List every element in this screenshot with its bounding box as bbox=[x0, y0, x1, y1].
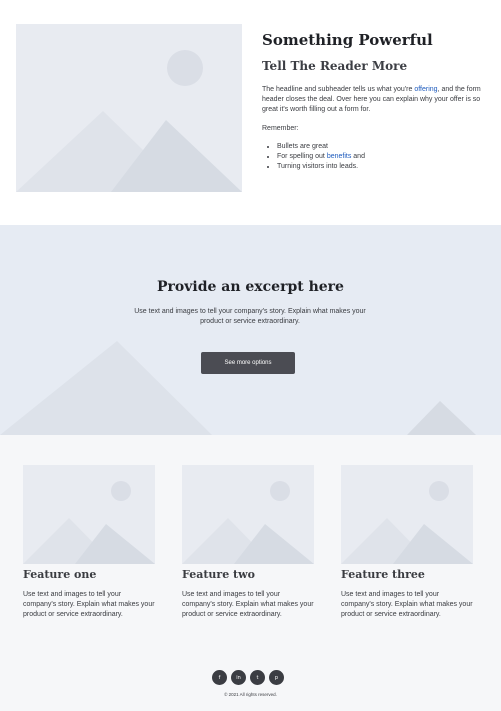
list-item: For spelling out benefits and bbox=[277, 152, 484, 162]
twitter-icon[interactable]: t bbox=[250, 670, 265, 685]
list-item: Bullets are great bbox=[277, 142, 484, 152]
feature-card: Feature three Use text and images to tel… bbox=[341, 465, 473, 620]
hero-section: Something Powerful Tell The Reader More … bbox=[0, 0, 501, 225]
benefits-list: Bullets are great For spelling out benef… bbox=[262, 142, 484, 172]
feature-image-placeholder bbox=[341, 465, 473, 564]
remember-label: Remember: bbox=[262, 125, 299, 132]
pinterest-icon[interactable]: p bbox=[269, 670, 284, 685]
see-more-options-button[interactable]: See more options bbox=[201, 352, 295, 374]
facebook-icon[interactable]: f bbox=[212, 670, 227, 685]
background-mountains bbox=[0, 341, 476, 435]
list-item-text: and bbox=[351, 153, 365, 160]
excerpt-body: Use text and images to tell your company… bbox=[134, 308, 366, 325]
feature-title: Feature two bbox=[182, 568, 255, 581]
feature-image-placeholder bbox=[23, 465, 155, 564]
feature-title: Feature three bbox=[341, 568, 425, 581]
linkedin-icon[interactable]: in bbox=[231, 670, 246, 685]
feature-image-placeholder bbox=[182, 465, 314, 564]
copyright-text: © 2021 All rights reserved. bbox=[224, 692, 277, 697]
hero-body-text: The headline and subheader tells us what… bbox=[262, 86, 415, 93]
hero-image-placeholder bbox=[16, 24, 242, 192]
feature-card: Feature two Use text and images to tell … bbox=[182, 465, 314, 620]
image-placeholder-icon bbox=[16, 24, 242, 192]
excerpt-title: Provide an excerpt here bbox=[157, 279, 344, 295]
hero-title: Something Powerful bbox=[262, 31, 433, 49]
social-links: f in t p bbox=[212, 670, 284, 685]
image-placeholder-icon bbox=[182, 481, 314, 564]
hero-text: Something Powerful Tell The Reader More … bbox=[262, 31, 484, 172]
image-placeholder-icon bbox=[23, 481, 155, 564]
list-item-text: For spelling out bbox=[277, 153, 327, 160]
excerpt-section: Provide an excerpt here Use text and ima… bbox=[0, 225, 501, 435]
hero-body: The headline and subheader tells us what… bbox=[262, 85, 484, 115]
list-item: Turning visitors into leads. bbox=[277, 162, 484, 172]
feature-body: Use text and images to tell your company… bbox=[341, 591, 473, 618]
feature-body: Use text and images to tell your company… bbox=[182, 591, 314, 618]
feature-body: Use text and images to tell your company… bbox=[23, 591, 155, 618]
benefits-link[interactable]: benefits bbox=[327, 153, 352, 160]
feature-title: Feature one bbox=[23, 568, 97, 581]
features-section: Feature one Use text and images to tell … bbox=[0, 435, 501, 711]
feature-card: Feature one Use text and images to tell … bbox=[23, 465, 155, 620]
offering-link[interactable]: offering bbox=[414, 86, 437, 93]
hero-subtitle: Tell The Reader More bbox=[262, 59, 408, 73]
image-placeholder-icon bbox=[341, 481, 473, 564]
